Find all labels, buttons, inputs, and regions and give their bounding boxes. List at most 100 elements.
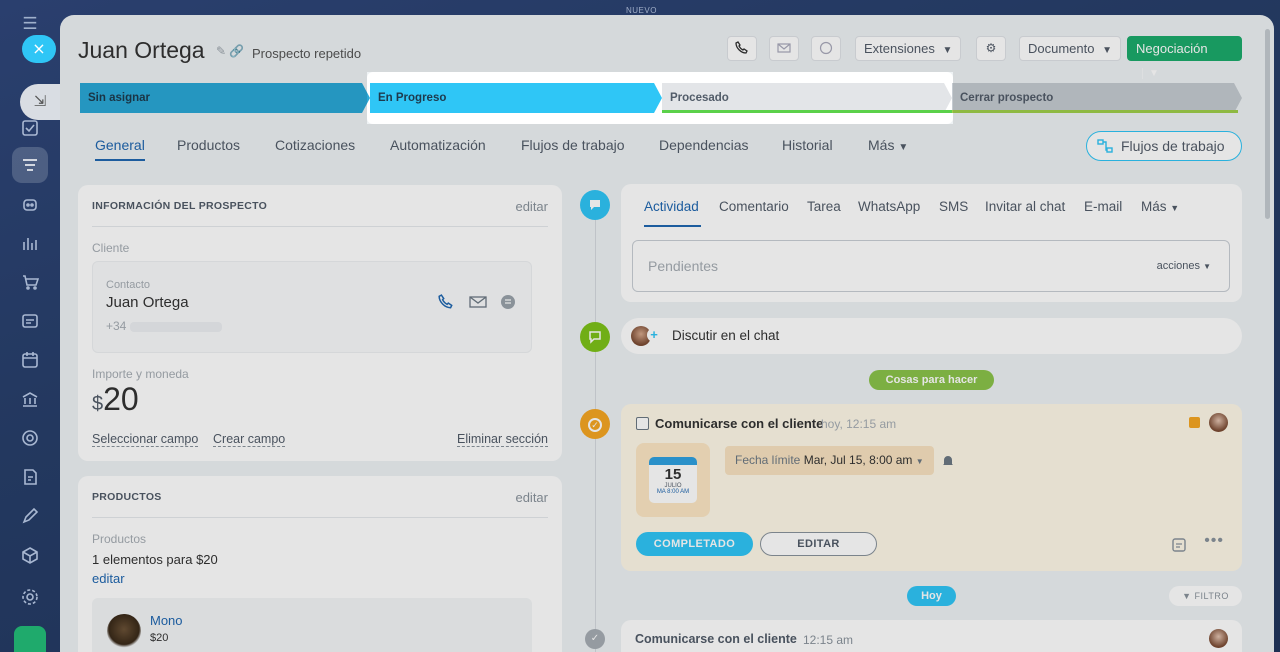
chat-icon [589,331,601,344]
tab-sms[interactable]: SMS [939,199,968,214]
bell-icon[interactable] [942,454,954,467]
tab-general[interactable]: General [95,137,145,161]
workflow-icon [1097,139,1113,153]
priority-flag[interactable] [1189,417,1200,428]
box-icon[interactable] [18,543,42,567]
responsible-avatar[interactable] [1209,413,1228,432]
tab-flujos[interactable]: Flujos de trabajo [521,137,625,153]
history-title[interactable]: Comunicarse con el cliente [635,632,797,646]
scrollbar[interactable] [1265,29,1270,219]
task-checkbox[interactable] [636,417,649,430]
history-item: Comunicarse con el cliente 12:15 am [621,620,1242,652]
workflows-label: Flujos de trabajo [1121,138,1225,154]
chat-dot [580,322,610,352]
deadline-value: Mar, Jul 15, 8:00 am [803,453,913,467]
phone-blur [129,321,222,332]
products-edit-link[interactable]: editar [515,490,548,505]
todo-badge: Cosas para hacer [869,370,994,390]
robot-icon[interactable] [18,192,42,216]
tab-productos[interactable]: Productos [177,137,240,153]
history-avatar[interactable] [1209,629,1228,648]
stage-cerrar-prospecto[interactable]: Cerrar prospecto [952,83,1242,113]
contact-chat-icon[interactable] [500,294,516,310]
tab-automatizacion[interactable]: Automatización [390,137,486,153]
tab-mas-actividad-label: Más [1141,199,1167,214]
tab-comentario[interactable]: Comentario [719,199,789,214]
tab-tarea[interactable]: Tarea [807,199,841,214]
filter-icon: ▼ [1182,591,1192,601]
target-icon[interactable] [18,426,42,450]
workflows-button[interactable]: Flujos de trabajo [1086,131,1242,161]
contact-phone-icon[interactable] [438,294,454,310]
close-button[interactable]: × [22,35,56,63]
select-field-link[interactable]: Seleccionar campo [92,432,199,447]
phone-button[interactable] [727,36,757,61]
client-label: Cliente [92,241,130,255]
chat-icon[interactable] [14,626,46,652]
contact-name[interactable]: Juan Ortega [106,294,189,311]
document-button[interactable]: Documento ▼ [1019,36,1122,61]
deadline-chip[interactable]: Fecha límite Mar, Jul 15, 8:00 am ▼ [725,446,934,475]
tab-whatsapp[interactable]: WhatsApp [858,199,920,214]
crm-funnel-icon[interactable] [18,153,42,177]
mail-icon [777,43,791,53]
chevron-down-icon: ▼ [942,45,953,56]
filter-button[interactable]: ▼ FILTRO [1169,586,1242,606]
stage-label: Cerrar prospecto [960,92,1054,104]
pen-icon[interactable] [18,504,42,528]
cart-icon[interactable] [18,270,42,294]
email-button[interactable] [769,36,799,61]
tab-email[interactable]: E-mail [1084,199,1122,214]
stage-procesado[interactable]: Procesado [662,83,952,113]
contact-mail-icon[interactable] [469,295,487,309]
task-dot: ✓ [580,409,610,439]
tab-dependencias[interactable]: Dependencias [659,137,749,153]
pending-box[interactable]: Pendientes acciones ▼ [632,240,1230,292]
check-circle-icon: ✓ [588,418,602,432]
tab-historial[interactable]: Historial [782,137,833,153]
tab-actividad[interactable]: Actividad [644,199,699,214]
settings-icon[interactable] [18,585,42,609]
completed-button[interactable]: COMPLETADO [636,532,753,556]
discuss-chat-row[interactable]: + Discutir en el chat [621,318,1242,354]
tab-mas[interactable]: Más ▼ [868,137,908,153]
plus-icon[interactable]: + [647,328,661,342]
chevron-down-icon: ▼ [1102,45,1113,56]
document-label: Documento [1028,41,1095,56]
tab-cotizaciones[interactable]: Cotizaciones [275,137,355,153]
calendar-icon[interactable] [18,348,42,372]
note-icon[interactable] [1171,537,1187,553]
products-header: PRODUCTOS [92,491,162,503]
chat-button[interactable] [811,36,841,61]
filter-label: FILTRO [1194,591,1229,601]
calendar-tile: 15 JULIO MA 8:00 AM [636,443,710,517]
actions-dropdown[interactable]: acciones ▼ [1157,260,1211,272]
edit-link-icons[interactable]: ✎ 🔗 [216,44,244,58]
settings-button[interactable]: ⚙ [976,36,1006,61]
minimize-button[interactable]: ⇲ [20,84,60,120]
task-title[interactable]: Comunicarse con el cliente [655,416,823,431]
phone-icon [735,41,748,54]
phone-prefix: +34 [106,319,127,333]
bank-icon[interactable] [18,387,42,411]
analytics-icon[interactable] [18,231,42,255]
document-edit-icon[interactable] [18,465,42,489]
tasks-icon[interactable] [18,116,42,140]
edit-button[interactable]: EDITAR [760,532,877,556]
comment-icon [590,200,600,210]
contact-card-icon[interactable] [18,309,42,333]
menu-icon[interactable]: ☰ [18,12,42,36]
stage-sin-asignar[interactable]: Sin asignar [80,83,370,113]
product-name[interactable]: Mono [150,613,183,628]
delete-section-link[interactable]: Eliminar sección [456,432,548,447]
deal-button[interactable]: Negociación ▼ [1127,36,1242,79]
tab-mas-actividad[interactable]: Más ▼ [1141,199,1179,214]
create-field-link[interactable]: Crear campo [213,432,286,447]
products-edit[interactable]: editar [92,571,125,586]
lead-info-edit-link[interactable]: editar [515,199,548,214]
more-dots-icon[interactable]: ••• [1204,532,1224,550]
chevron-down-icon: ▼ [915,457,924,466]
tab-invitar[interactable]: Invitar al chat [985,199,1065,214]
extensions-button[interactable]: Extensiones ▼ [855,36,962,61]
stage-en-progreso[interactable]: En Progreso [370,83,662,113]
